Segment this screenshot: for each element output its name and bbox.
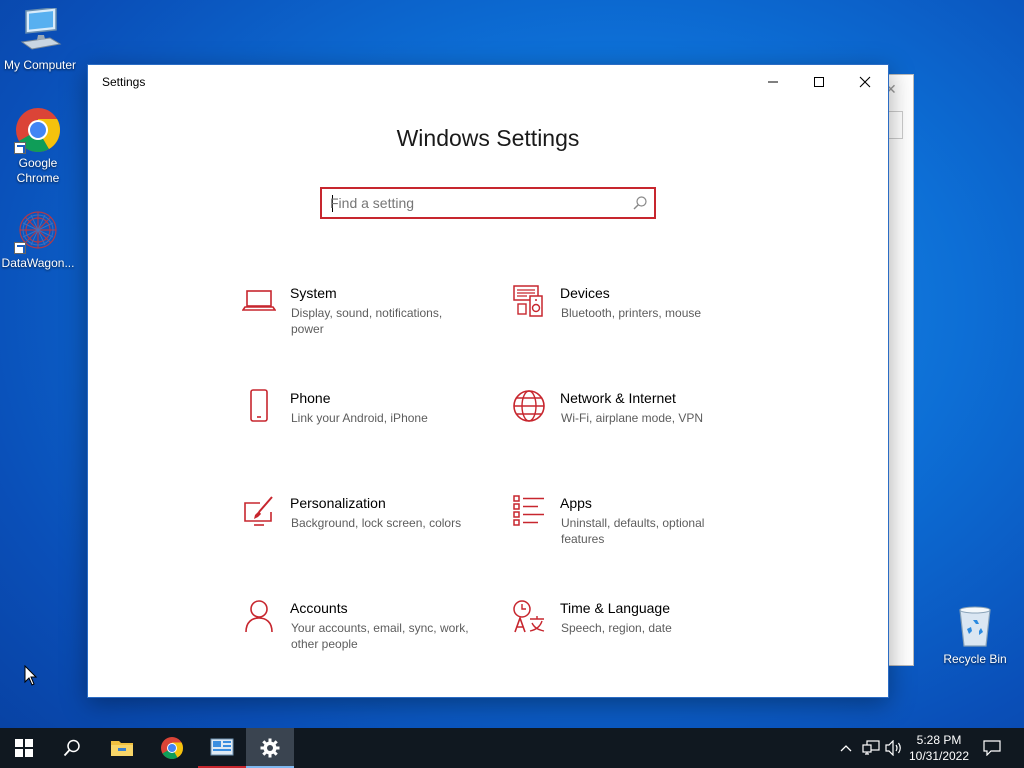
apps-list-icon [512,494,546,528]
desktop-icon-google-chrome[interactable]: Google Chrome [0,106,78,186]
taskbar-search-button[interactable] [48,728,96,768]
settings-category-system[interactable]: System Display, sound, notifications, po… [241,284,482,364]
network-icon [862,740,880,755]
recycle-bin-icon [951,602,999,650]
category-description: Your accounts, email, sync, work, other … [291,621,469,651]
windows-logo-icon [15,739,33,757]
category-name: Time & Language [560,600,670,616]
category-description: Link your Android, iPhone [291,411,428,425]
category-name: Personalization [290,495,386,511]
category-description: Background, lock screen, colors [291,516,462,530]
datawagon-icon [14,206,62,254]
desktop-icon-label: My Computer [3,58,77,72]
category-name: Devices [560,285,610,301]
folder-icon [111,741,133,756]
settings-category-phone[interactable]: Phone Link your Android, iPhone [242,389,482,469]
desktop-icon-label: Recycle Bin [943,652,1007,666]
maximize-button[interactable] [796,65,842,98]
chrome-icon [14,106,62,154]
settings-category-network[interactable]: Network & Internet Wi-Fi, airplane mode,… [512,389,752,469]
globe-icon [512,389,546,423]
taskbar: 5:28 PM 10/31/2022 [0,728,1024,768]
maximize-icon [814,76,824,87]
page-title: Windows Settings [396,125,580,151]
title-bar[interactable]: Settings [88,65,888,98]
search-icon [63,739,80,757]
settings-category-apps[interactable]: Apps Uninstall, defaults, optional featu… [512,494,752,574]
network-tray-button[interactable] [860,728,882,768]
taskbar-control-panel[interactable] [198,728,246,768]
settings-category-accounts[interactable]: Accounts Your accounts, email, sync, wor… [242,599,482,679]
window-title: Settings [102,75,146,89]
search-icon[interactable] [632,195,648,216]
paint-brush-icon [242,494,276,528]
category-name: Accounts [290,600,348,616]
category-name: Apps [560,495,592,511]
taskbar-settings[interactable] [246,728,294,768]
category-description: Bluetooth, printers, mouse [561,306,702,320]
category-name: System [290,285,337,301]
category-name: Phone [290,390,331,406]
category-name: Network & Internet [560,390,676,406]
mouse-cursor-icon [24,664,38,692]
gear-icon [260,738,280,758]
category-description: Wi-Fi, airplane mode, VPN [561,411,704,425]
category-description: Uninstall, defaults, optional features [561,516,705,546]
category-description: Display, sound, notifications, power [291,306,443,336]
minimize-icon [768,81,778,82]
clock-date: 10/31/2022 [908,749,970,763]
search-box[interactable] [320,187,656,219]
taskbar-chrome[interactable] [148,728,196,768]
show-hidden-icons-button[interactable] [836,728,856,768]
minimize-button[interactable] [750,65,796,98]
clock-time: 5:28 PM [916,733,962,747]
chevron-up-icon [840,745,852,752]
notification-icon [983,740,1001,756]
phone-icon [242,389,276,423]
chrome-icon [161,737,184,759]
person-icon [242,599,276,633]
notifications-button[interactable] [980,728,1004,768]
settings-category-devices[interactable]: Devices Bluetooth, printers, mouse [512,284,752,364]
desktop-icon-my-computer[interactable]: My Computer [0,6,80,73]
settings-window: Settings Windows Settings System Display… [87,64,889,698]
control-panel-icon [210,738,234,756]
settings-category-time-language[interactable]: Time & Language Speech, region, date [512,599,752,679]
desktop-icon-label: DataWagon... [1,256,75,270]
desktop-icon-datawagon[interactable]: DataWagon... [0,206,78,271]
start-button[interactable] [0,728,48,768]
computer-icon [16,6,64,56]
laptop-icon [241,284,277,318]
desktop-icon-label: Google Chrome [16,156,60,185]
desktop-icon-recycle-bin[interactable]: Recycle Bin [935,602,1015,667]
taskbar-clock[interactable]: 5:28 PM 10/31/2022 [900,732,978,764]
search-input[interactable] [330,193,620,213]
devices-icon [512,284,546,318]
shortcut-arrow-icon [14,142,26,154]
taskbar-file-explorer[interactable] [98,728,146,768]
category-description: Speech, region, date [561,621,672,635]
settings-category-personalization[interactable]: Personalization Background, lock screen,… [242,494,482,574]
close-icon [859,76,871,87]
time-language-icon [512,599,546,633]
shortcut-arrow-icon [14,242,26,254]
close-button[interactable] [842,65,888,98]
